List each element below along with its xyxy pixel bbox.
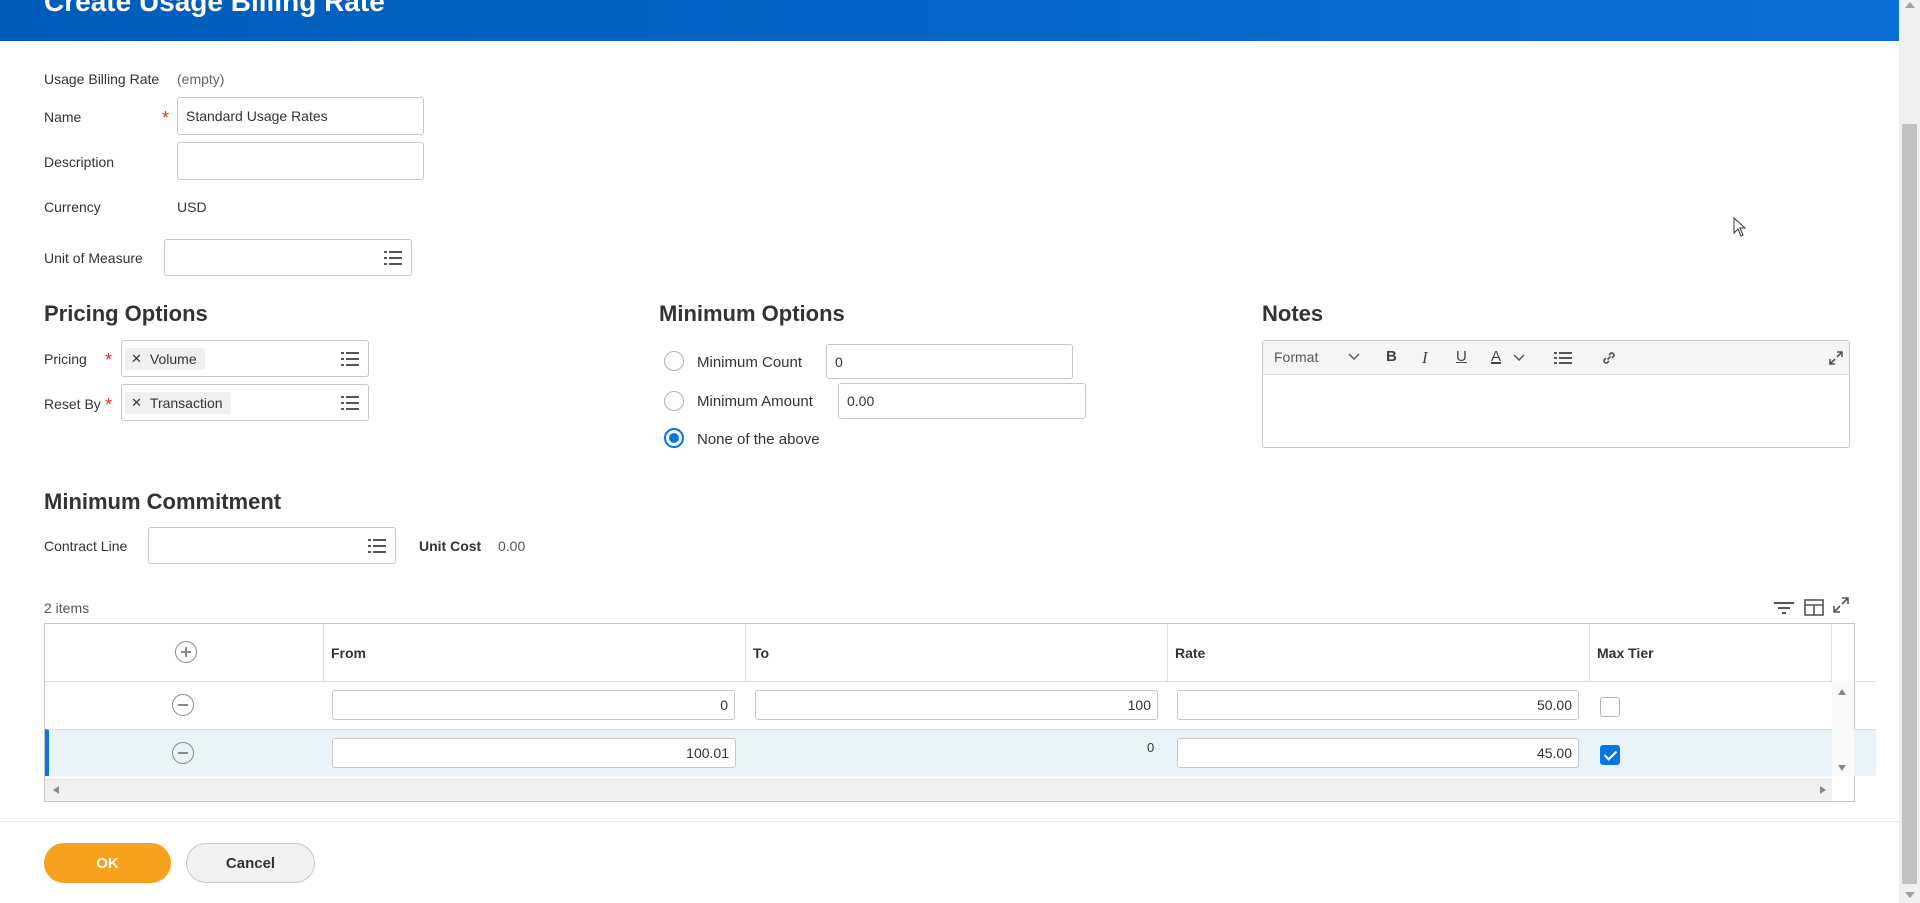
bold-icon[interactable]: B: [1386, 348, 1397, 365]
name-required-marker: *: [162, 108, 170, 128]
format-chevron-down-icon[interactable]: [1348, 353, 1360, 361]
grid-item-count: 2 items: [44, 600, 90, 616]
unit-cost-label: Unit Cost: [419, 538, 482, 554]
bulleted-list-icon[interactable]: [1554, 351, 1572, 365]
minimum-commitment-heading: Minimum Commitment: [44, 489, 282, 514]
add-row-icon[interactable]: [175, 641, 197, 663]
link-icon[interactable]: [1601, 350, 1617, 366]
minimum-count-input[interactable]: 0: [826, 344, 1073, 379]
cancel-button[interactable]: Cancel: [186, 843, 315, 883]
contract-line-prompt[interactable]: [148, 527, 396, 564]
pricing-label: Pricing: [44, 351, 87, 367]
table-row-selected: 100.01 0 45.00: [45, 729, 1876, 776]
fullscreen-icon[interactable]: [1833, 597, 1849, 613]
prompt-list-icon[interactable]: [341, 396, 359, 410]
reset-by-selected-pill[interactable]: ✕ Transaction: [125, 392, 231, 414]
minimum-count-label: Minimum Count: [697, 354, 803, 371]
description-label: Description: [44, 154, 115, 170]
unit-of-measure-label: Unit of Measure: [44, 250, 143, 266]
expand-editor-icon[interactable]: [1829, 351, 1843, 365]
to-input[interactable]: 100: [755, 690, 1158, 720]
footer-divider: [0, 821, 1899, 822]
name-input[interactable]: Standard Usage Rates: [177, 97, 424, 135]
text-color-icon[interactable]: A: [1491, 348, 1501, 365]
from-input[interactable]: 100.01: [332, 738, 736, 768]
name-label: Name: [44, 109, 82, 125]
column-layout-icon[interactable]: [1804, 599, 1824, 616]
scrollbar-thumb[interactable]: [1902, 124, 1917, 884]
minimum-amount-label: Minimum Amount: [697, 393, 813, 410]
prompt-list-icon[interactable]: [341, 352, 359, 366]
notes-heading: Notes: [1262, 301, 1324, 326]
prompt-list-icon[interactable]: [384, 251, 402, 265]
scroll-up-arrow-icon[interactable]: [1905, 2, 1915, 8]
remove-x-icon[interactable]: ✕: [131, 395, 142, 411]
minimum-count-radio[interactable]: [664, 351, 684, 371]
contract-line-label: Contract Line: [44, 538, 128, 554]
table-row: 0 100 50.00: [45, 681, 1876, 728]
column-header-to[interactable]: To: [746, 624, 1168, 681]
usage-billing-rate-value: (empty): [177, 71, 225, 87]
italic-icon[interactable]: I: [1422, 348, 1428, 368]
max-tier-checkbox[interactable]: [1600, 697, 1620, 717]
text-color-chevron-down-icon[interactable]: [1513, 354, 1525, 362]
grid-scroll-down-icon[interactable]: [1838, 765, 1846, 771]
unit-of-measure-prompt[interactable]: [164, 239, 412, 276]
prompt-list-icon[interactable]: [368, 539, 386, 553]
reset-by-label: Reset By: [44, 396, 101, 412]
scroll-down-arrow-icon[interactable]: [1905, 892, 1915, 898]
pricing-selected-pill[interactable]: ✕ Volume: [125, 348, 205, 370]
none-of-the-above-label: None of the above: [697, 431, 820, 448]
grid-scroll-right-icon[interactable]: [1820, 786, 1826, 794]
column-header-max-tier[interactable]: Max Tier: [1590, 624, 1832, 681]
minimum-options-heading: Minimum Options: [659, 301, 845, 326]
pricing-options-heading: Pricing Options: [44, 301, 208, 326]
pricing-tiers-grid: From To Rate Max Tier 0 100 50.00 100.01…: [44, 623, 1876, 802]
reset-by-selected-value: Transaction: [149, 395, 223, 411]
grid-header-actions: [45, 624, 324, 681]
rate-input[interactable]: 50.00: [1177, 690, 1579, 720]
notes-toolbar: Format B I U A: [1263, 341, 1849, 375]
from-input[interactable]: 0: [332, 690, 735, 720]
remove-x-icon[interactable]: ✕: [131, 351, 142, 367]
grid-vertical-scrollbar[interactable]: [1832, 681, 1854, 776]
description-input[interactable]: [177, 142, 424, 180]
max-tier-checkbox[interactable]: [1600, 745, 1620, 765]
column-header-rate[interactable]: Rate: [1168, 624, 1590, 681]
page-header: Create Usage Billing Rate: [0, 0, 1899, 41]
minimum-amount-input[interactable]: 0.00: [838, 383, 1086, 419]
remove-row-icon[interactable]: [172, 742, 194, 764]
usage-billing-rate-label: Usage Billing Rate: [44, 71, 160, 87]
grid-header-row: From To Rate Max Tier: [45, 624, 1876, 681]
grid-scroll-up-icon[interactable]: [1838, 689, 1846, 695]
filter-icon[interactable]: [1774, 600, 1794, 616]
mouse-cursor-icon: [1733, 217, 1747, 237]
grid-scroll-left-icon[interactable]: [53, 786, 59, 794]
pricing-selected-value: Volume: [149, 351, 197, 367]
ok-button[interactable]: OK: [44, 843, 171, 883]
page-title: Create Usage Billing Rate: [44, 0, 385, 17]
notes-rich-text-editor[interactable]: Format B I U A: [1262, 340, 1850, 448]
column-header-from[interactable]: From: [324, 624, 746, 681]
reset-by-required-marker: *: [105, 395, 113, 415]
underline-icon[interactable]: U: [1456, 348, 1467, 365]
page-scrollbar[interactable]: [1899, 0, 1920, 903]
format-dropdown-label[interactable]: Format: [1274, 349, 1318, 365]
pricing-prompt[interactable]: ✕ Volume: [121, 340, 369, 377]
unit-cost-value: 0.00: [498, 538, 526, 554]
grid-horizontal-scrollbar[interactable]: [45, 779, 1832, 801]
none-of-the-above-radio[interactable]: [664, 428, 684, 448]
rate-input[interactable]: 45.00: [1177, 738, 1579, 768]
pricing-required-marker: *: [105, 350, 113, 370]
currency-label: Currency: [44, 199, 101, 215]
remove-row-icon[interactable]: [172, 694, 194, 716]
reset-by-prompt[interactable]: ✕ Transaction: [121, 384, 369, 421]
currency-value: USD: [177, 199, 207, 215]
minimum-amount-radio[interactable]: [664, 391, 684, 411]
to-value[interactable]: 0: [1147, 740, 1154, 755]
